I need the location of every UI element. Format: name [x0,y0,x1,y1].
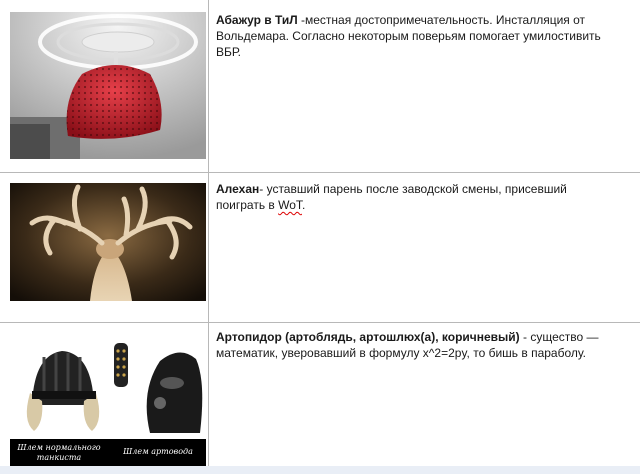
caption-left: Шлем нормального танкиста [17,443,101,462]
entry-text: Алехан- уставший парень после заводской … [216,181,616,213]
table-row: Шлем нормального танкиста Шлем артовода … [0,322,640,475]
entry-definition: - уставший парень после заводской смены,… [216,182,567,212]
caption-right: Шлем артовода [123,447,193,456]
entry-definition-wot: WoT [278,198,302,212]
table-row: Абажур в ТиЛ -местная достопримечательно… [0,0,640,172]
entry-term: Абажур в ТиЛ [216,13,298,27]
entry-text: Артопидор (артоблядь, артошлюх(а), корич… [216,329,616,361]
deer-photo-icon [10,183,206,301]
page-bottom-edge [0,466,640,474]
lampshade-photo-icon [10,12,206,159]
column-divider [208,0,209,474]
table-row: Алехан- уставший парень после заводской … [0,172,640,323]
entry-definition-end: . [301,198,306,212]
entry-term: Артопидор (артоблядь, артошлюх(а), корич… [216,330,520,344]
entry-term: Алехан [216,182,260,196]
glossary-table: Абажур в ТиЛ -местная достопримечательно… [0,0,640,474]
helmets-photo-icon: Шлем нормального танкиста Шлем артовода [10,331,206,471]
entry-text: Абажур в ТиЛ -местная достопримечательно… [216,12,616,60]
